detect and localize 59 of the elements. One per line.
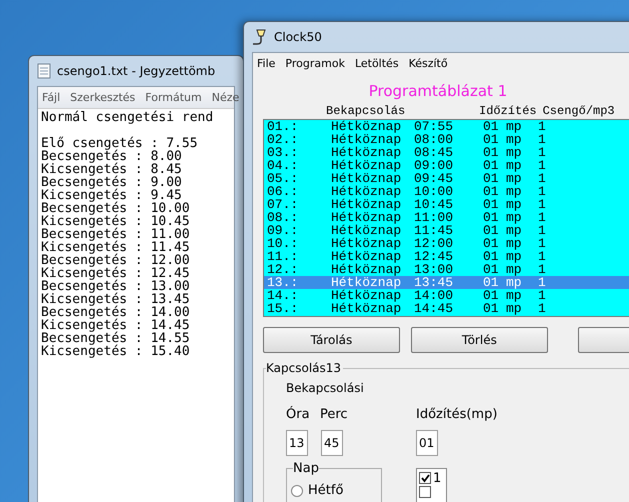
field-label: Perc bbox=[320, 407, 348, 422]
list-row[interactable]: 11.: Hétköznap 12:45 01 mp 1 bbox=[264, 250, 629, 263]
list-row[interactable]: 14.: Hétköznap 14:00 01 mp 1 bbox=[264, 289, 629, 302]
group-title: Nap bbox=[293, 461, 319, 476]
text-line: Becsengetés : 10.00 bbox=[41, 202, 191, 215]
section-label: Bekapcsolási bbox=[286, 381, 365, 395]
list-row[interactable]: 05.: Hétköznap 09:45 01 mp 1 bbox=[264, 172, 629, 185]
list-row[interactable]: 04.: Hétköznap 09:00 01 mp 1 bbox=[264, 159, 629, 172]
menu-item[interactable]: File bbox=[257, 57, 276, 70]
list-row[interactable]: 02.: Hétköznap 08:00 01 mp 1 bbox=[264, 133, 629, 146]
action-button[interactable]: Tárolás bbox=[263, 327, 400, 353]
column-header: Bekapcsolás bbox=[326, 104, 406, 119]
checkbox-label: 1 bbox=[433, 470, 442, 486]
timer-field[interactable]: 01 bbox=[416, 430, 438, 456]
minute-field[interactable]: 45 bbox=[321, 430, 343, 456]
table-heading: Programtáblázat 1 bbox=[368, 82, 508, 100]
menu-item[interactable]: Letöltés bbox=[354, 57, 399, 70]
list-row[interactable]: 06.: Hétköznap 10:00 01 mp 1 bbox=[264, 185, 629, 198]
bell-checklist[interactable]: 1 bbox=[416, 468, 447, 502]
text-line: Becsengetés : 12.00 bbox=[41, 254, 191, 267]
list-row[interactable]: 08.: Hétköznap 11:00 01 mp 1 bbox=[264, 211, 629, 224]
list-row[interactable]: 12.: Hétköznap 13:00 01 mp 1 bbox=[264, 263, 629, 276]
text-line: Kicsengetés : 9.45 bbox=[41, 189, 182, 202]
text-line: Becsengetés : 8.00 bbox=[41, 150, 183, 163]
text-line: Kicsengetés : 13.45 bbox=[41, 293, 191, 306]
text-line: Becsengetés : 9.00 bbox=[41, 176, 183, 189]
list-row[interactable]: 09.: Hétköznap 11:45 01 mp 1 bbox=[264, 224, 629, 237]
action-button[interactable]: Törlés bbox=[410, 327, 548, 353]
window-title: csengo1.txt - Jegyzettömb bbox=[57, 64, 216, 78]
text-line: Kicsengetés : 14.45 bbox=[41, 319, 191, 332]
text-line: Kicsengetés : 12.45 bbox=[41, 267, 191, 280]
text-line: Becsengetés : 11.00 bbox=[41, 228, 191, 241]
column-header: Időzítés bbox=[479, 104, 537, 119]
hour-field[interactable]: 13 bbox=[286, 430, 308, 456]
field-label: Óra bbox=[286, 407, 310, 422]
menu-item[interactable]: Szerkesztés bbox=[70, 91, 136, 104]
text-line: Elő csengetés : 7.55 bbox=[41, 137, 199, 150]
text-line: Becsengetés : 14.00 bbox=[41, 306, 191, 319]
group-title: Kapcsolás13 bbox=[266, 361, 344, 375]
radio-button[interactable]: Hétfő bbox=[291, 483, 381, 498]
list-row[interactable]: 01.: Hétköznap 07:55 01 mp 1 bbox=[264, 120, 629, 133]
text-line: Kicsengetés : 8.45 bbox=[41, 163, 183, 176]
window-title: Clock50 bbox=[274, 30, 322, 44]
list-row[interactable]: 15.: Hétköznap 14:45 01 mp 1 bbox=[264, 302, 629, 315]
list-row[interactable]: 10.: Hétköznap 12:00 01 mp 1 bbox=[264, 237, 629, 250]
menu-item[interactable]: Programok bbox=[285, 57, 345, 70]
text-line: Becsengetés : 14.55 bbox=[41, 332, 191, 345]
text-line: Becsengetés : 13.00 bbox=[41, 280, 191, 293]
column-header: Csengő/mp3 bbox=[542, 104, 615, 119]
menu-item[interactable]: Készítő bbox=[408, 57, 448, 70]
list-row[interactable]: 07.: Hétköznap 10:45 01 mp 1 bbox=[264, 198, 629, 211]
text-line: Kicsengetés : 15.40 bbox=[41, 345, 191, 358]
text-line: Kicsengetés : 11.45 bbox=[41, 241, 191, 254]
text-line: Kicsengetés : 10.45 bbox=[41, 215, 191, 228]
field-label: Időzítés(mp) bbox=[416, 407, 498, 422]
menu-item[interactable]: Fájl bbox=[42, 91, 60, 104]
list-row[interactable]: 03.: Hétköznap 08:45 01 mp 1 bbox=[264, 146, 629, 159]
text-line: Normál csengetési rend bbox=[41, 111, 214, 124]
menu-item[interactable]: Formátum bbox=[145, 91, 202, 104]
